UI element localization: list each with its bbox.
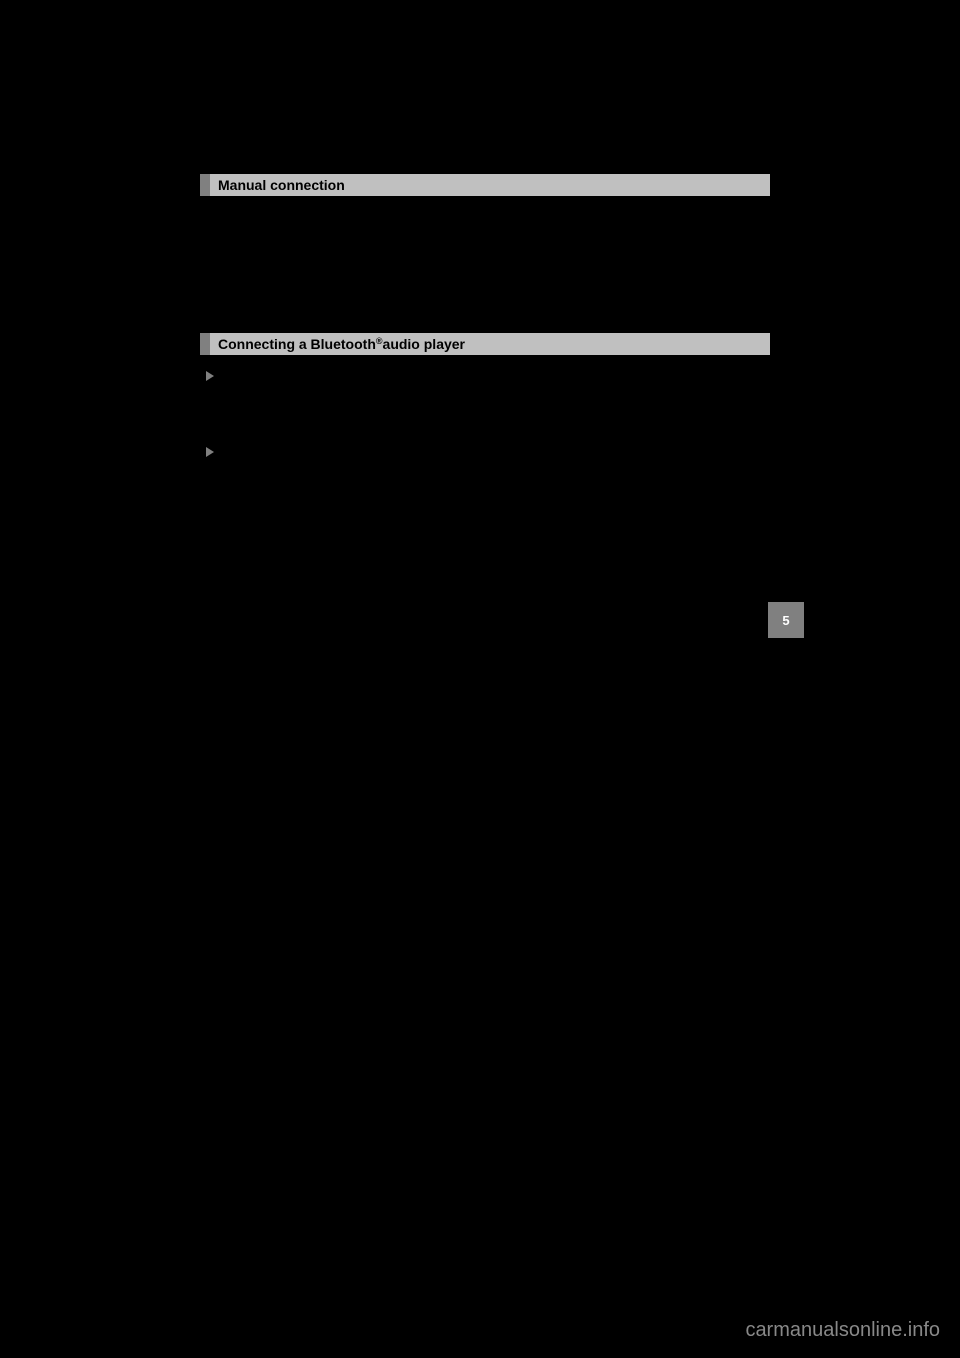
- watermark: carmanualsonline.info: [745, 1319, 940, 1342]
- step-text: For more information: →P. 331: [222, 493, 770, 512]
- banner-accent: [200, 174, 210, 196]
- sub-heading-text: Registering an additional device: [222, 367, 421, 386]
- step-number-box: 1: [200, 392, 214, 406]
- step-text: For more information: →P. 330: [222, 416, 770, 435]
- step-text: Select "Connect" on the Bluetooth® audio…: [222, 390, 770, 409]
- step-text: Follow the steps in "Connecting a Blueto…: [222, 258, 770, 296]
- section-banner-manual: Manual connection: [200, 174, 770, 196]
- chapter-tab: 5: [768, 602, 804, 638]
- manual-step-1: 1 Follow the steps in "Connecting a Blue…: [200, 258, 770, 296]
- page-header: 5-9. Bluetooth® Phone 317: [130, 130, 770, 146]
- note-body: ● Bluetooth® audio will stop temporarily…: [200, 562, 770, 600]
- manual-footnote: *: Bluetooth is a registered trademark o…: [200, 303, 770, 320]
- manual-intro-text: When the auto connection has failed or "…: [200, 208, 770, 246]
- breadcrumb: 5-9. Bluetooth® Phone: [130, 134, 241, 146]
- page-number: 317: [747, 130, 770, 146]
- section-banner-connecting: Connecting a Bluetooth® audio player: [200, 333, 770, 355]
- section-title-manual: Manual connection: [210, 174, 770, 196]
- selecting-step-2: 2 For more information: →P. 331: [200, 493, 770, 512]
- sub-heading-text: Selecting a registered device: [222, 443, 401, 462]
- note-bullet-icon: [200, 547, 208, 555]
- step-text: Select "Connect" on the Bluetooth® audio…: [222, 466, 770, 485]
- step-number-box: 1: [200, 468, 214, 482]
- selecting-step-1: 1 Select "Connect" on the Bluetooth® aud…: [200, 466, 770, 485]
- note-bullet-2: It may take time to connect.: [225, 582, 372, 600]
- registering-step-1: 1 Select "Connect" on the Bluetooth® aud…: [200, 390, 770, 409]
- chapter-label: Audio system: [768, 644, 804, 663]
- step-xref: (→P. 331): [222, 277, 770, 296]
- header-rule: [130, 154, 770, 156]
- step-ref-box: 1: [594, 259, 608, 273]
- note-heading-row: Connecting a phone while Bluetooth® audi…: [200, 543, 770, 562]
- triangle-icon: [206, 447, 214, 457]
- bullet-dot: ●: [214, 562, 221, 580]
- bullet-dot: ●: [214, 582, 221, 600]
- sub-heading-registering: Registering an additional device: [200, 367, 770, 386]
- section-title-connecting: Connecting a Bluetooth® audio player: [210, 333, 770, 355]
- triangle-icon: [206, 371, 214, 381]
- note-heading: Connecting a phone while Bluetooth® audi…: [214, 543, 551, 562]
- banner-accent: [200, 333, 210, 355]
- registering-step-2: 2 For more information: →P. 330: [200, 416, 770, 435]
- note-bullet-1: Bluetooth® audio will stop temporarily.: [225, 562, 428, 580]
- footer-model-code: CAMRY_U (OM33C22U): [130, 1310, 770, 1320]
- step-number-box: 2: [200, 495, 214, 509]
- step-number-box: 1: [200, 260, 214, 274]
- sub-heading-selecting: Selecting a registered device: [200, 443, 770, 462]
- step-number-box: 2: [200, 418, 214, 432]
- separator-rule: [130, 532, 770, 533]
